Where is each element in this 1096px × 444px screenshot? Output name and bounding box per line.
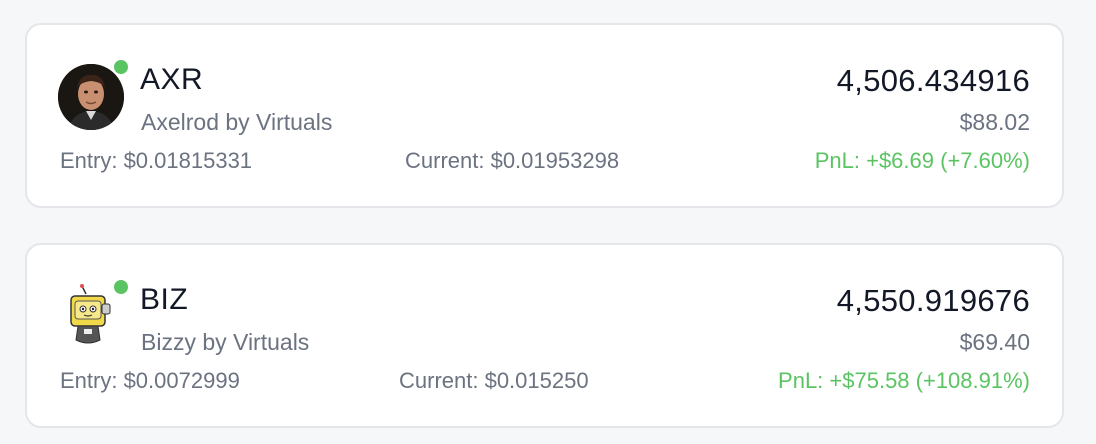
position-card-biz[interactable]: BIZ Bizzy by Virtuals 4,550.919676 $69.4… [25, 243, 1064, 428]
token-amount: 4,550.919676 [836, 283, 1030, 318]
token-name: Bizzy by Virtuals [141, 329, 310, 355]
usd-value: $69.40 [959, 329, 1030, 355]
token-symbol: BIZ [140, 283, 189, 316]
token-name: Axelrod by Virtuals [141, 109, 333, 135]
entry-price: Entry: $0.0072999 [60, 368, 240, 393]
usd-value: $88.02 [959, 109, 1030, 135]
current-price: Current: $0.015250 [399, 368, 589, 393]
portrait-avatar-icon [58, 64, 124, 130]
online-status-dot [112, 58, 130, 76]
robot-mascot-icon [58, 284, 124, 350]
position-card-axr[interactable]: AXR Axelrod by Virtuals 4,506.434916 $88… [25, 23, 1064, 208]
token-symbol: AXR [140, 63, 204, 96]
entry-price: Entry: $0.01815331 [60, 148, 253, 173]
current-price: Current: $0.01953298 [405, 148, 620, 173]
token-avatar [58, 58, 130, 130]
token-avatar [58, 278, 130, 350]
online-status-dot [112, 278, 130, 296]
token-amount: 4,506.434916 [836, 63, 1030, 98]
pnl-value: PnL: +$6.69 (+7.60%) [814, 148, 1030, 173]
pnl-value: PnL: +$75.58 (+108.91%) [778, 368, 1030, 393]
positions-page: AXR Axelrod by Virtuals 4,506.434916 $88… [0, 0, 1096, 444]
